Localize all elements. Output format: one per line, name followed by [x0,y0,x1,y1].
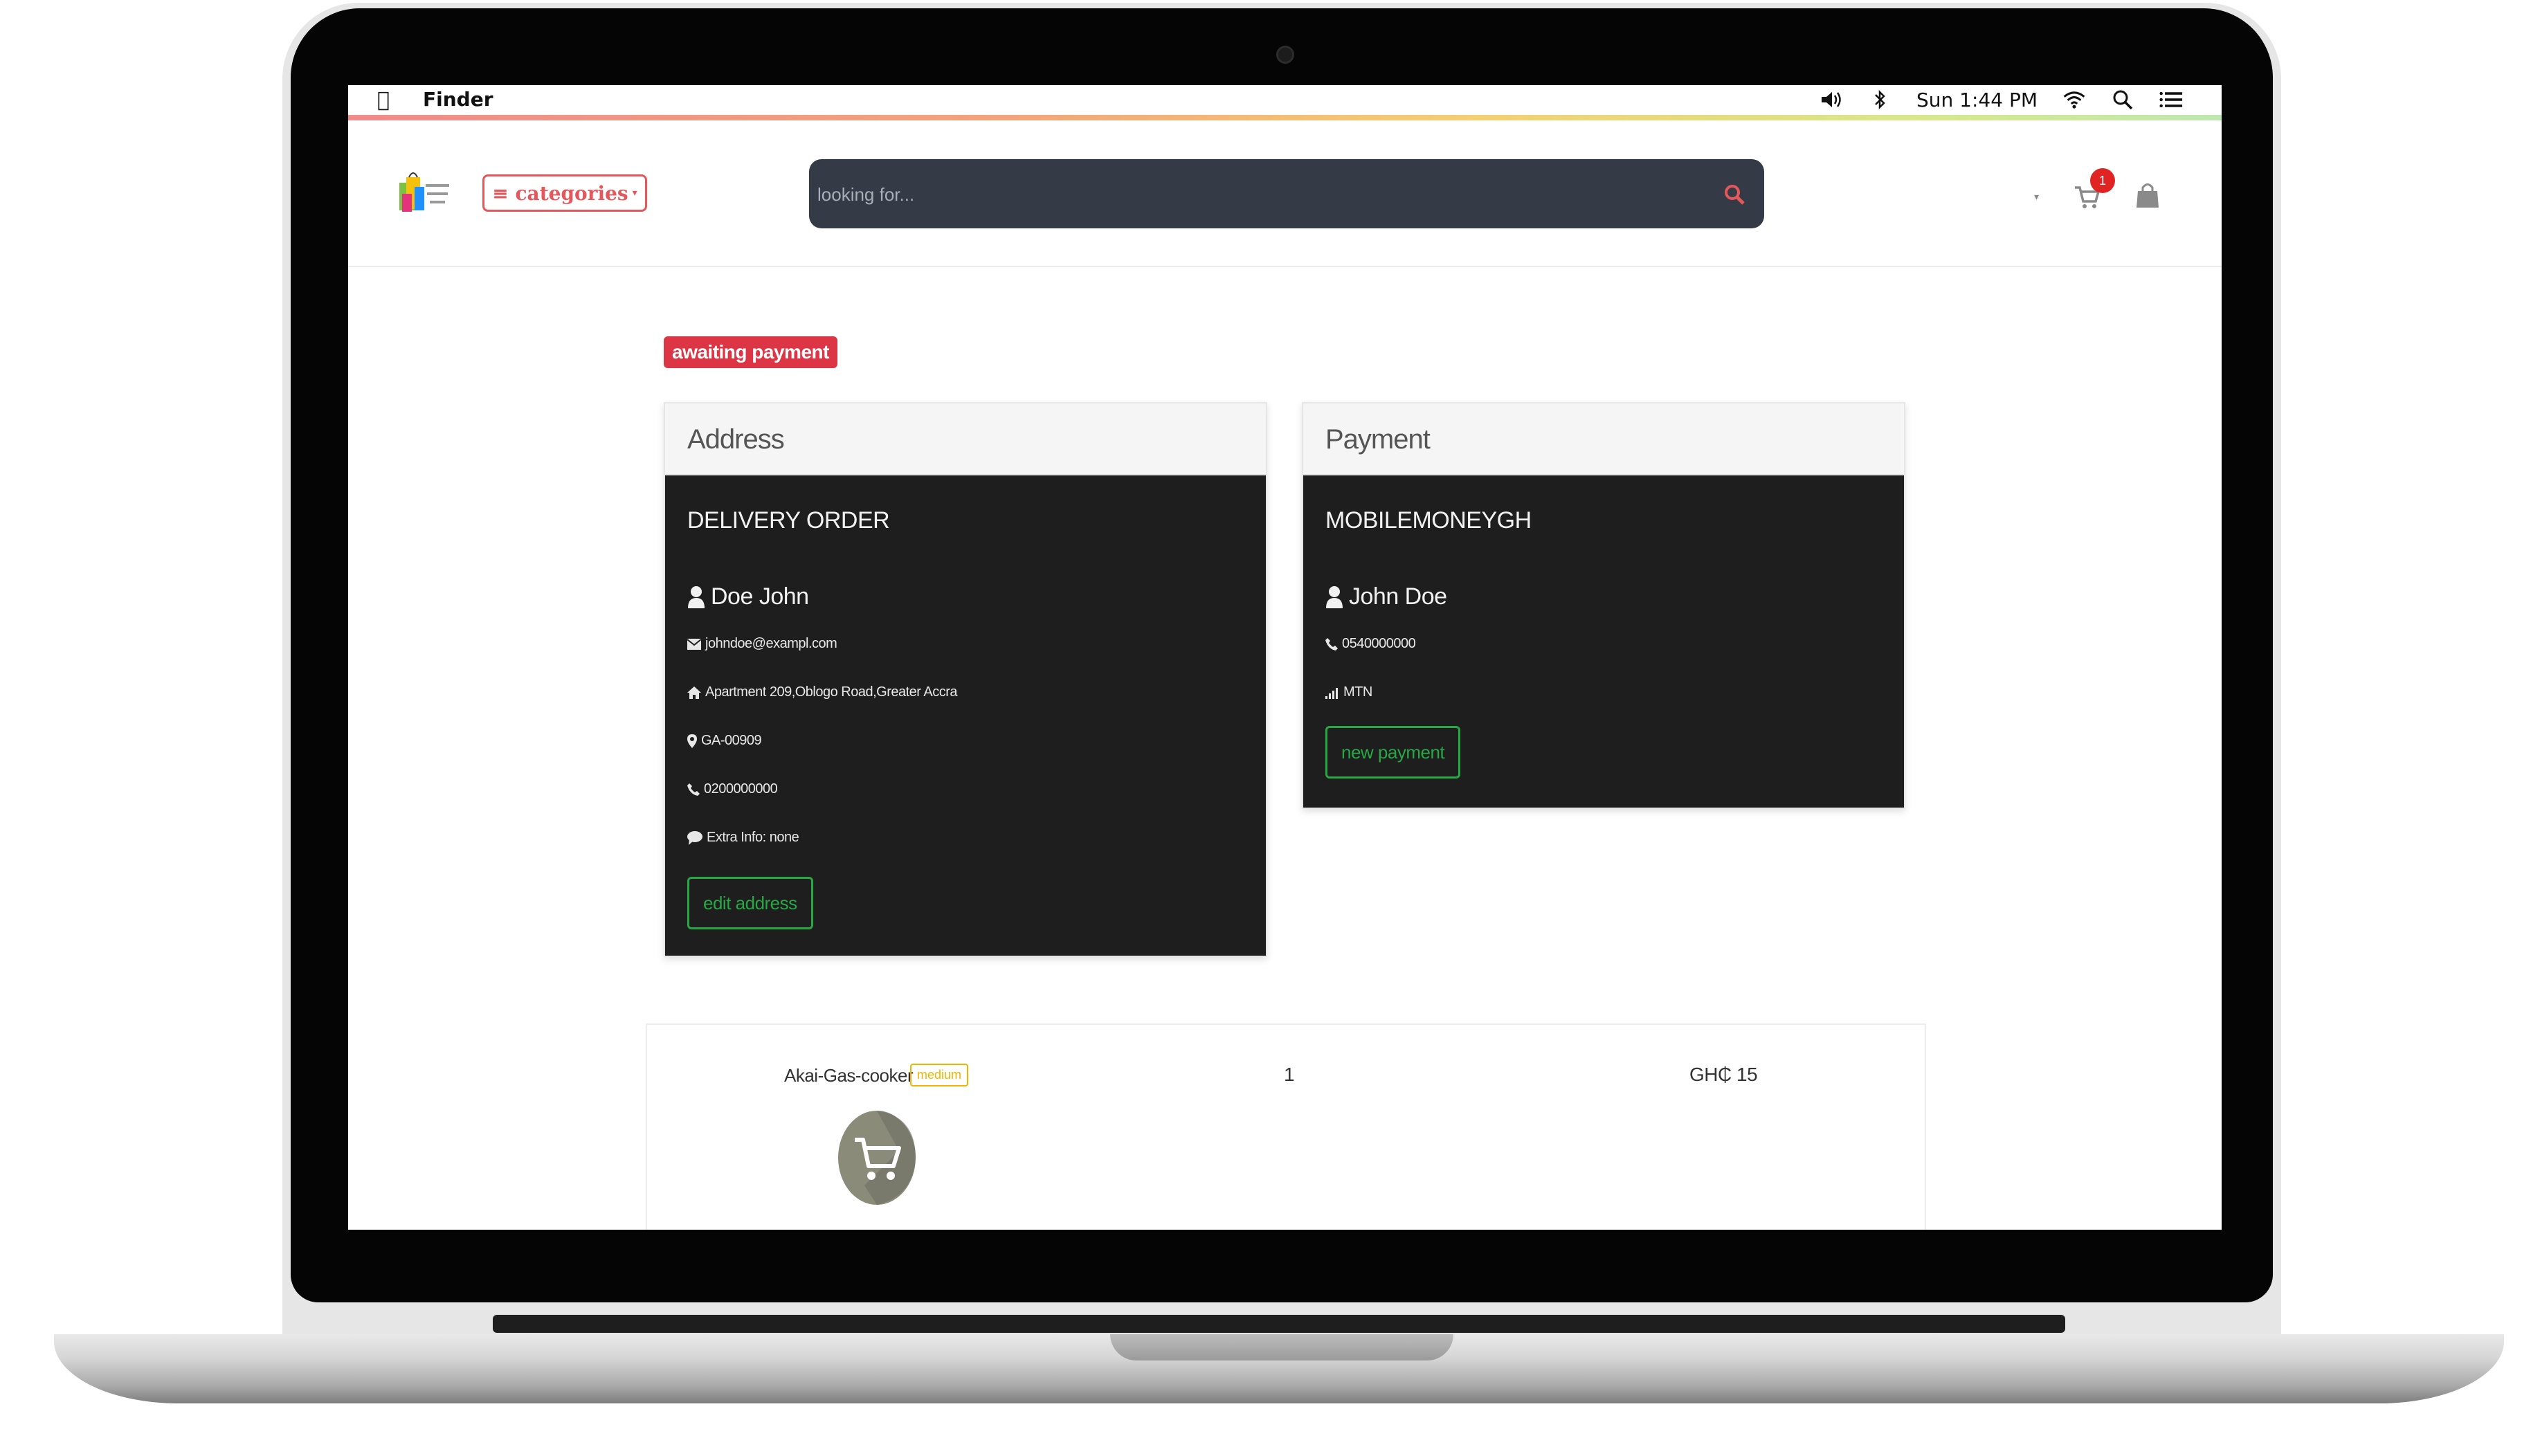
new-payment-button[interactable]: new payment [1325,726,1461,779]
address-extra-line: Extra Info: none [687,830,799,846]
webcam [1276,46,1294,64]
product-price: GH₵ 15 [1689,1064,1758,1085]
cart-count-badge: 1 [2090,167,2115,193]
product-size-badge: medium [910,1064,969,1086]
navbar-actions: ▾ 1 [2034,167,2159,212]
search-icon[interactable] [1723,183,1746,206]
product-image[interactable] [837,1109,917,1206]
payment-network-text: MTN [1343,684,1372,700]
address-phone-line: 0200000000 [687,781,778,797]
signal-icon [1325,687,1338,699]
user-icon [688,585,705,608]
site-navbar: ≡ categories ▾ ▾ 1 [348,120,2222,267]
payment-phone-text: 0540000000 [1342,636,1416,651]
laptop-notch [1110,1334,1453,1361]
phone-icon [687,783,700,796]
caret-down-icon: ▾ [632,188,637,199]
payment-card: Payment MOBILEMONEYGH John Doe 054000000… [1302,402,1905,809]
categories-label: ≡ categories [492,181,628,205]
order-status-badge: awaiting payment [664,336,837,368]
payment-card-header: Payment [1303,403,1904,475]
payment-phone-line: 0540000000 [1325,636,1416,652]
address-street-line: Apartment 209,Oblogo Road,Greater Accra [687,684,958,700]
laptop-hinge [493,1315,2065,1333]
bluetooth-icon[interactable] [1868,89,1891,110]
screen:  Finder Sun 1:44 PM [348,85,2222,1230]
product-quantity: 1 [1284,1064,1295,1085]
address-phone-text: 0200000000 [704,781,778,797]
address-email-text: johndoe@exampl.com [705,636,837,651]
home-icon [687,686,701,699]
map-marker-icon [687,734,697,748]
address-postal-line: GA-00909 [687,733,762,749]
address-postal-text: GA-00909 [701,733,762,748]
wifi-icon[interactable] [2062,89,2086,110]
comment-icon [687,830,702,845]
apple-icon[interactable]:  [377,88,390,112]
payment-contact-name: John Doe [1325,583,1447,610]
envelope-icon [687,638,701,650]
payment-name-text: John Doe [1349,583,1447,610]
address-extra-text: Extra Info: none [707,830,799,845]
address-name-text: Doe John [711,583,809,610]
address-street-text: Apartment 209,Oblogo Road,Greater Accra [705,684,958,700]
payment-method: MOBILEMONEYGH [1325,507,1532,534]
page-loading-bar [348,115,2222,120]
app-name[interactable]: Finder [423,88,493,111]
user-icon [1326,585,1343,608]
search-input[interactable] [816,159,1705,230]
categories-dropdown-button[interactable]: ≡ categories ▾ [482,174,647,212]
cart-button[interactable]: 1 [2074,167,2115,211]
address-email-line: johndoe@exampl.com [687,636,837,652]
delivery-type: DELIVERY ORDER [687,507,890,534]
volume-icon[interactable] [1820,89,1843,110]
address-card-header: Address [665,403,1266,475]
search-bar [809,159,1764,230]
account-dropdown-caret-icon[interactable]: ▾ [2034,191,2039,203]
order-items-table: Akai-Gas-cooker medium 1 GH₵ 15 [646,1023,1926,1230]
menu-bar:  Finder Sun 1:44 PM [348,85,2222,114]
edit-address-button[interactable]: edit address [687,877,813,929]
spotlight-search-icon[interactable] [2111,89,2134,110]
payment-network-line: MTN [1325,684,1372,700]
store-logo[interactable] [397,169,452,215]
shopping-bag-icon[interactable] [2136,181,2159,212]
notification-center-icon[interactable] [2159,89,2183,110]
phone-icon [1325,637,1338,650]
product-name[interactable]: Akai-Gas-cooker [784,1065,914,1086]
status-area: Sun 1:44 PM [1820,85,2183,114]
menubar-clock[interactable]: Sun 1:44 PM [1916,89,2038,111]
address-card: Address DELIVERY ORDER Doe John johndoe@… [664,402,1267,957]
address-contact-name: Doe John [687,583,809,610]
